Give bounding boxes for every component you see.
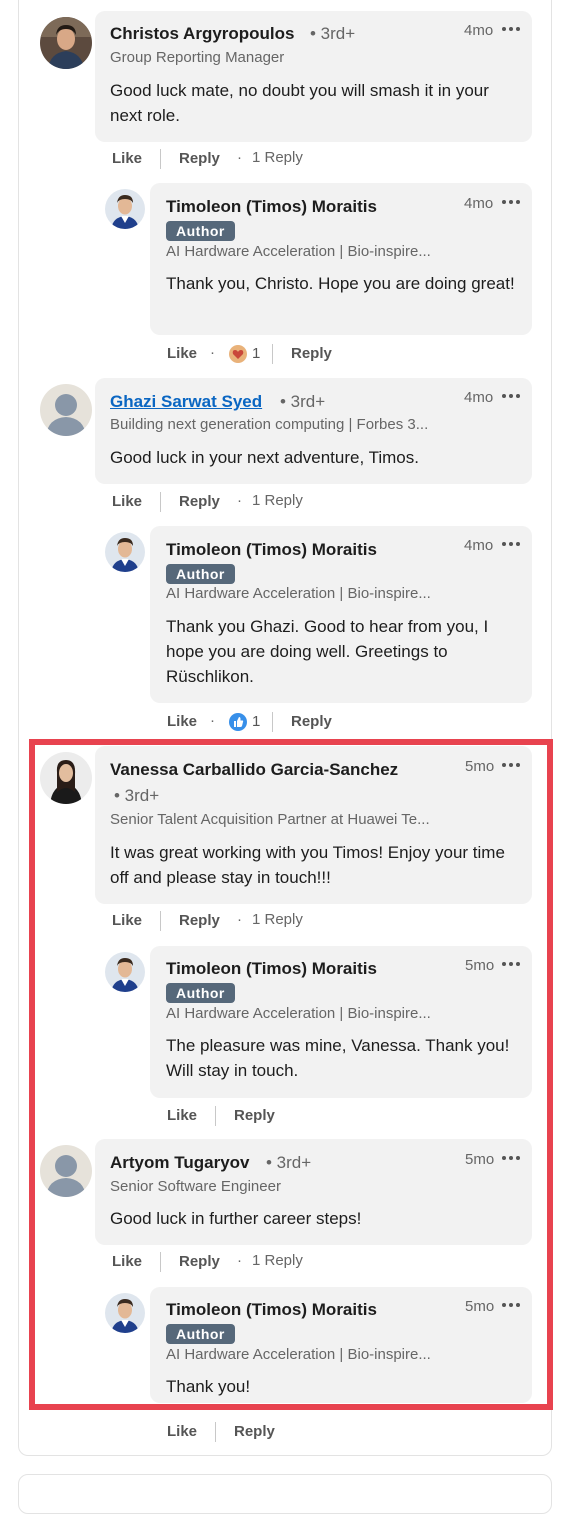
reply-button[interactable]: Reply: [179, 912, 220, 929]
more-options-icon[interactable]: [502, 540, 522, 548]
like-button[interactable]: Like: [112, 1253, 142, 1270]
like-button[interactable]: Like: [167, 1423, 197, 1440]
replies-count-link[interactable]: 1 Reply: [252, 492, 303, 509]
connection-degree: • 3rd+: [114, 786, 160, 805]
action-divider: [272, 344, 273, 364]
author-badge: Author: [166, 983, 235, 1003]
author-badge: Author: [166, 564, 235, 584]
more-options-icon[interactable]: [502, 960, 522, 968]
separator-dot: ·: [210, 712, 215, 729]
reply-button[interactable]: Reply: [179, 1253, 220, 1270]
replier-name[interactable]: Timoleon (Timos) Moraitis: [166, 1300, 377, 1320]
replier-headline: AI Hardware Acceleration | Bio-inspire..…: [166, 243, 431, 260]
avatar[interactable]: [40, 384, 92, 436]
reply-time: 4mo: [464, 537, 494, 554]
reply-button[interactable]: Reply: [291, 345, 332, 362]
connection-degree: • 3rd+: [310, 24, 356, 43]
reply-button[interactable]: Reply: [291, 713, 332, 730]
reply-text: Thank you Ghazi. Good to hear from you, …: [166, 617, 489, 686]
connection-degree: • 3rd+: [266, 1153, 312, 1172]
like-button[interactable]: Like: [112, 912, 142, 929]
heart-reaction-icon[interactable]: [229, 345, 247, 363]
reply-text: Thank you!: [166, 1377, 251, 1396]
commenter-headline: Group Reporting Manager: [110, 49, 285, 66]
avatar[interactable]: [40, 1145, 92, 1197]
like-button[interactable]: Like: [167, 713, 197, 730]
action-divider: [272, 712, 273, 732]
replier-headline: AI Hardware Acceleration | Bio-inspire..…: [166, 1005, 431, 1022]
action-divider: [160, 149, 161, 169]
comment-text: It was great working with you Timos! Enj…: [110, 843, 505, 887]
separator-dot: ·: [237, 1252, 242, 1269]
like-button[interactable]: Like: [112, 150, 142, 167]
more-options-icon[interactable]: [502, 25, 522, 33]
comment-time: 4mo: [464, 22, 494, 39]
avatar[interactable]: [40, 17, 92, 69]
comment-time: 5mo: [465, 1151, 495, 1168]
avatar[interactable]: [105, 189, 145, 229]
more-options-icon[interactable]: [502, 1301, 522, 1309]
reply-text: The pleasure was mine, Vanessa. Thank yo…: [166, 1036, 510, 1080]
replies-count-link[interactable]: 1 Reply: [252, 149, 303, 166]
comment-text: Good luck in further career steps!: [110, 1209, 362, 1228]
like-reaction-icon[interactable]: [229, 713, 247, 731]
separator-dot: ·: [237, 911, 242, 928]
replies-count-link[interactable]: 1 Reply: [252, 911, 303, 928]
reply-button[interactable]: Reply: [179, 150, 220, 167]
commenter-name[interactable]: Ghazi Sarwat Syed: [110, 392, 262, 412]
avatar[interactable]: [105, 1293, 145, 1333]
reply-button[interactable]: Reply: [234, 1423, 275, 1440]
author-badge: Author: [166, 221, 235, 241]
commenter-name[interactable]: Christos Argyropoulos: [110, 24, 295, 44]
reply-button[interactable]: Reply: [234, 1107, 275, 1124]
commenter-headline: Senior Talent Acquisition Partner at Hua…: [110, 811, 430, 828]
replier-name[interactable]: Timoleon (Timos) Moraitis: [166, 959, 377, 979]
more-options-icon[interactable]: [502, 1154, 522, 1162]
comment-time: 5mo: [465, 758, 495, 775]
separator-dot: ·: [237, 149, 242, 166]
commenter-headline: Senior Software Engineer: [110, 1178, 281, 1195]
like-button[interactable]: Like: [167, 345, 197, 362]
reply-time: 4mo: [464, 195, 494, 212]
action-divider: [215, 1422, 216, 1442]
replier-headline: AI Hardware Acceleration | Bio-inspire..…: [166, 585, 431, 602]
more-options-icon[interactable]: [502, 198, 522, 206]
more-options-icon[interactable]: [502, 761, 522, 769]
action-divider: [215, 1106, 216, 1126]
like-button[interactable]: Like: [167, 1107, 197, 1124]
comment-time: 4mo: [464, 389, 494, 406]
avatar[interactable]: [105, 532, 145, 572]
reply-text: Thank you, Christo. Hope you are doing g…: [166, 274, 515, 293]
commenter-headline: Building next generation computing | For…: [110, 416, 429, 433]
reply-button[interactable]: Reply: [179, 493, 220, 510]
avatar[interactable]: [105, 952, 145, 992]
more-options-icon[interactable]: [502, 392, 522, 400]
action-divider: [160, 492, 161, 512]
commenter-name[interactable]: Vanessa Carballido Garcia-Sanchez: [110, 760, 398, 780]
reply-time: 5mo: [465, 957, 495, 974]
reaction-count: 1: [252, 713, 261, 730]
replier-name[interactable]: Timoleon (Timos) Moraitis: [166, 540, 377, 560]
like-button[interactable]: Like: [112, 493, 142, 510]
next-card: [18, 1474, 552, 1514]
reaction-count: 1: [252, 345, 261, 362]
separator-dot: ·: [237, 492, 242, 509]
replier-name[interactable]: Timoleon (Timos) Moraitis: [166, 197, 377, 217]
reply-time: 5mo: [465, 1298, 495, 1315]
replies-count-link[interactable]: 1 Reply: [252, 1252, 303, 1269]
replier-headline: AI Hardware Acceleration | Bio-inspire..…: [166, 1346, 431, 1363]
action-divider: [160, 1252, 161, 1272]
commenter-name[interactable]: Artyom Tugaryov: [110, 1153, 250, 1173]
avatar[interactable]: [40, 752, 92, 804]
action-divider: [160, 911, 161, 931]
comment-text: Good luck mate, no doubt you will smash …: [110, 81, 489, 125]
author-badge: Author: [166, 1324, 235, 1344]
comment-text: Good luck in your next adventure, Timos.: [110, 448, 419, 467]
connection-degree: • 3rd+: [280, 392, 326, 411]
separator-dot: ·: [210, 344, 215, 361]
